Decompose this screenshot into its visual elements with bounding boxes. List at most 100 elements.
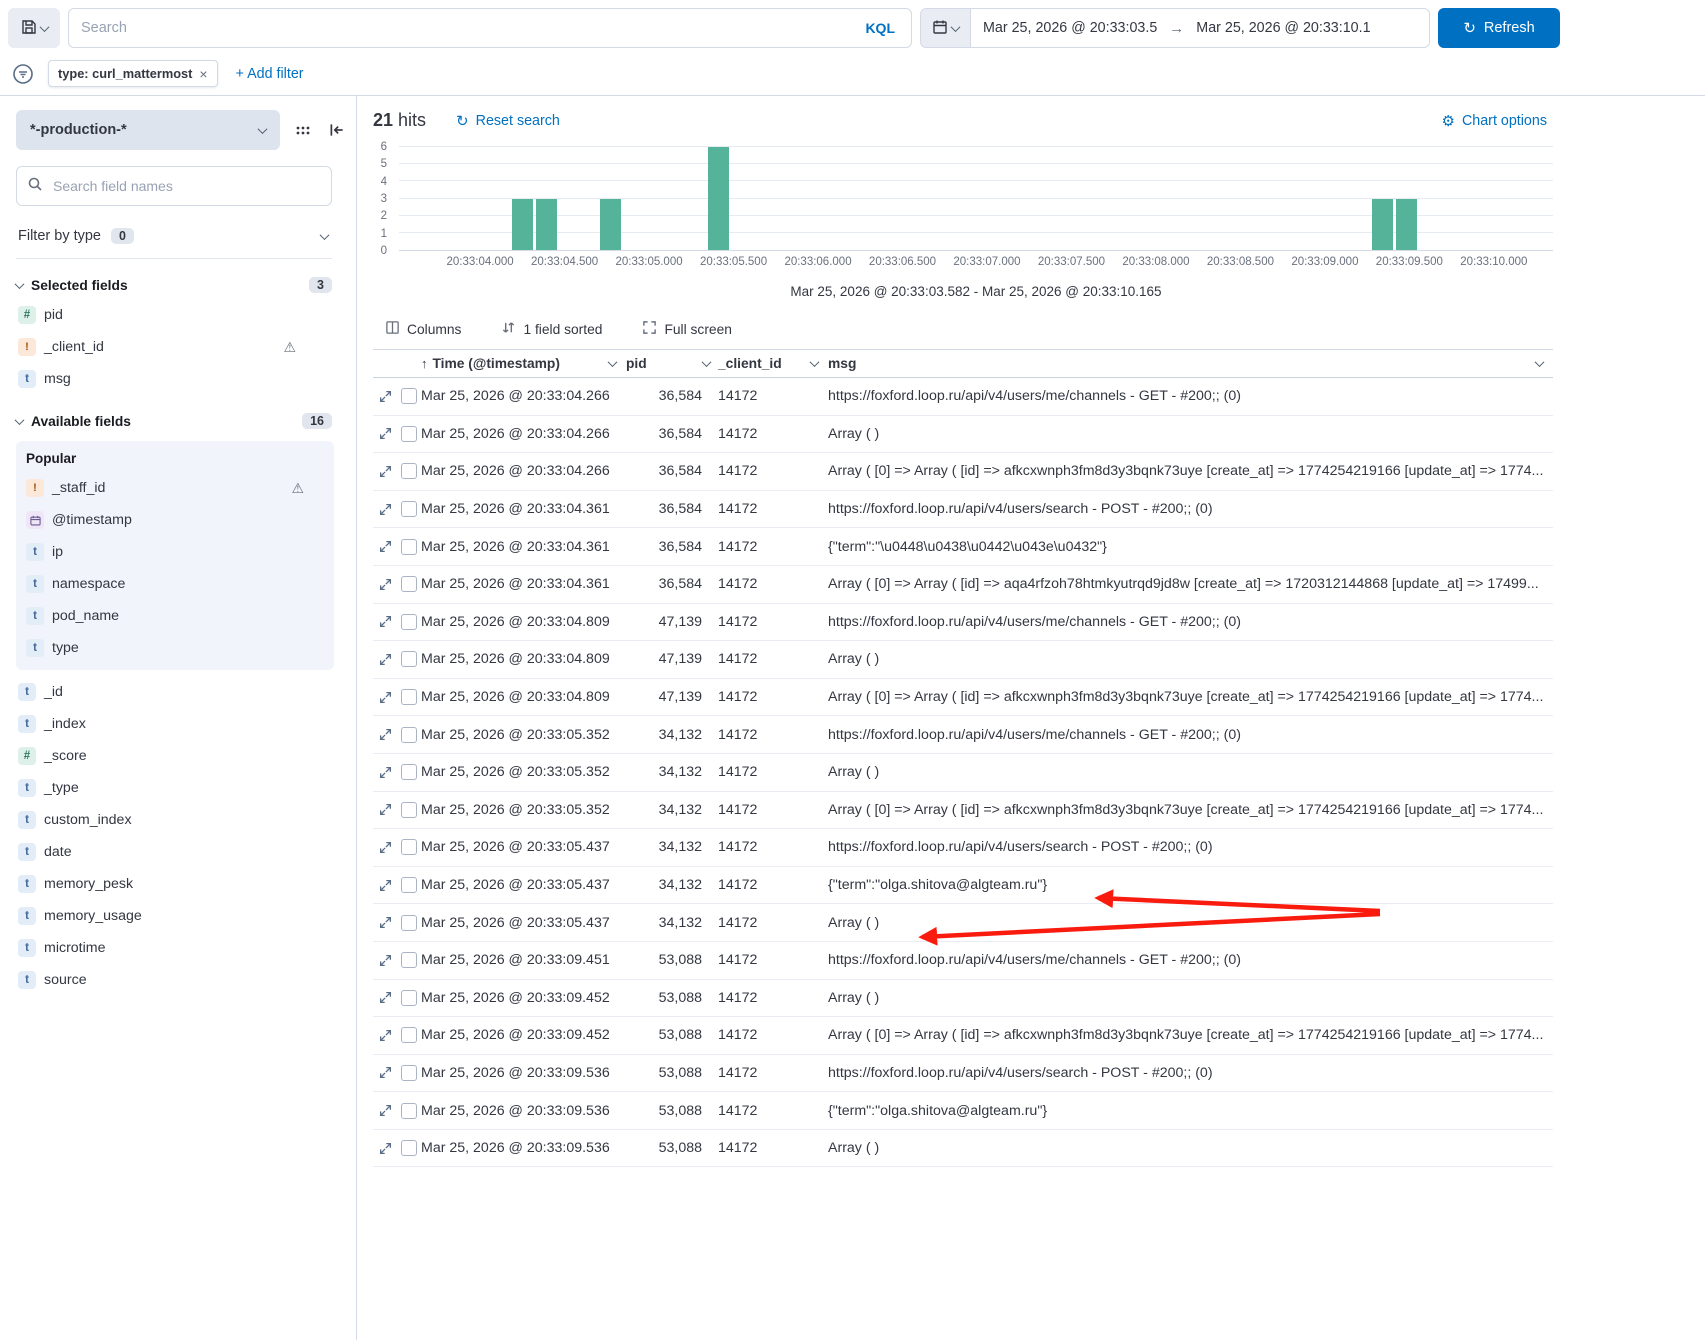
filter-menu-icon[interactable] <box>10 61 36 87</box>
expand-row-icon[interactable] <box>379 578 392 591</box>
chart-options-link[interactable]: ⚙ Chart options <box>1436 111 1554 131</box>
field-item-_id[interactable]: t _id <box>16 676 330 708</box>
expand-row-icon[interactable] <box>379 1066 392 1079</box>
column-header-pid[interactable]: pid <box>626 356 716 371</box>
field-item-date[interactable]: t date <box>16 836 330 868</box>
histogram-bar[interactable] <box>708 147 730 250</box>
histogram-bar[interactable] <box>535 198 557 250</box>
add-filter-link[interactable]: + Add filter <box>230 65 310 83</box>
row-checkbox[interactable] <box>401 726 417 743</box>
expand-row-icon[interactable] <box>379 766 392 779</box>
date-to-button[interactable]: Mar 25, 2026 @ 20:33:10.1 <box>1184 20 1382 36</box>
expand-row-icon[interactable] <box>379 615 392 628</box>
y-tick-label: 6 <box>380 141 387 153</box>
row-checkbox[interactable] <box>401 1027 417 1044</box>
expand-row-icon[interactable] <box>379 1142 392 1155</box>
row-checkbox[interactable] <box>401 576 417 593</box>
row-checkbox[interactable] <box>401 501 417 518</box>
expand-row-icon[interactable] <box>379 653 392 666</box>
field-item-microtime[interactable]: t microtime <box>16 932 330 964</box>
filter-chip-close-icon[interactable]: × <box>199 67 207 81</box>
field-item-_staff_id[interactable]: ! _staff_id ⚠ <box>24 472 338 504</box>
column-header-msg[interactable]: msg <box>828 356 1553 371</box>
row-checkbox[interactable] <box>401 538 417 555</box>
row-checkbox[interactable] <box>401 801 417 818</box>
row-checkbox[interactable] <box>401 764 417 781</box>
expand-row-icon[interactable] <box>379 1104 392 1117</box>
expand-row-icon[interactable] <box>379 991 392 1004</box>
saved-query-menu-button[interactable] <box>8 8 60 48</box>
expand-row-icon[interactable] <box>379 540 392 553</box>
row-checkbox[interactable] <box>401 1140 417 1157</box>
collapse-sidebar-icon[interactable] <box>326 119 348 141</box>
x-tick-label: 20:33:05.000 <box>615 256 683 268</box>
column-header-time[interactable]: ↑ Time (@timestamp) <box>421 356 626 371</box>
histogram-bar[interactable] <box>1372 198 1394 250</box>
row-checkbox[interactable] <box>401 877 417 894</box>
histogram-bar[interactable] <box>512 198 534 250</box>
available-fields-header[interactable]: Available fields 16 <box>14 413 332 429</box>
field-item-pod_name[interactable]: t pod_name <box>24 600 338 632</box>
expand-row-icon[interactable] <box>379 691 392 704</box>
field-item-memory_pesk[interactable]: t memory_pesk <box>16 868 330 900</box>
selected-fields-header[interactable]: Selected fields 3 <box>14 277 332 293</box>
row-checkbox[interactable] <box>401 463 417 480</box>
field-item-_client_id[interactable]: ! _client_id ⚠ <box>16 331 330 363</box>
field-item-pid[interactable]: # pid <box>16 299 330 331</box>
date-quick-select-button[interactable] <box>921 9 971 47</box>
sorted-fields-button[interactable]: 1 field sorted <box>495 319 608 339</box>
expand-row-icon[interactable] <box>379 427 392 440</box>
expand-row-icon[interactable] <box>379 954 392 967</box>
field-item-_index[interactable]: t _index <box>16 708 330 740</box>
field-search-input[interactable] <box>51 177 321 195</box>
field-item-namespace[interactable]: t namespace <box>24 568 338 600</box>
cell-msg: https://foxford.loop.ru/api/v4/users/sea… <box>828 501 1213 518</box>
field-item-custom_index[interactable]: t custom_index <box>16 804 330 836</box>
field-item-source[interactable]: t source <box>16 964 330 996</box>
expand-row-icon[interactable] <box>379 390 392 403</box>
field-item-_type[interactable]: t _type <box>16 772 330 804</box>
date-from-button[interactable]: Mar 25, 2026 @ 20:33:03.5 <box>971 20 1169 36</box>
row-checkbox[interactable] <box>401 689 417 706</box>
expand-row-icon[interactable] <box>379 1029 392 1042</box>
field-item-ip[interactable]: t ip <box>24 536 338 568</box>
row-checkbox[interactable] <box>401 1064 417 1081</box>
row-checkbox[interactable] <box>401 839 417 856</box>
field-item-_score[interactable]: # _score <box>16 740 330 772</box>
cell-pid: 53,088 <box>658 1102 702 1119</box>
field-item-memory_usage[interactable]: t memory_usage <box>16 900 330 932</box>
refresh-button[interactable]: ↻ Refresh <box>1438 8 1560 48</box>
expand-row-icon[interactable] <box>379 465 392 478</box>
row-checkbox[interactable] <box>401 1102 417 1119</box>
row-checkbox[interactable] <box>401 425 417 442</box>
row-checkbox[interactable] <box>401 952 417 969</box>
field-item-@timestamp[interactable]: @timestamp <box>24 504 338 536</box>
expand-row-icon[interactable] <box>379 503 392 516</box>
index-pattern-selector[interactable]: *-production-* <box>16 110 280 150</box>
histogram-bar[interactable] <box>600 198 622 250</box>
row-checkbox[interactable] <box>401 914 417 931</box>
fullscreen-button[interactable]: Full screen <box>636 319 737 339</box>
field-search-box <box>16 166 332 206</box>
kql-toggle-button[interactable]: KQL <box>849 9 911 47</box>
expand-row-icon[interactable] <box>379 803 392 816</box>
expand-row-icon[interactable] <box>379 879 392 892</box>
search-input[interactable] <box>69 20 850 36</box>
expand-row-icon[interactable] <box>379 916 392 929</box>
text-field-icon: t <box>18 907 36 925</box>
field-item-type[interactable]: t type <box>24 632 338 664</box>
row-checkbox[interactable] <box>401 989 417 1006</box>
columns-button[interactable]: Columns <box>379 319 467 339</box>
reset-search-link[interactable]: ↻ Reset search <box>450 111 566 131</box>
expand-row-icon[interactable] <box>379 728 392 741</box>
expand-row-icon[interactable] <box>379 841 392 854</box>
filter-chip[interactable]: type: curl_mattermost × <box>48 60 218 87</box>
histogram-bar[interactable] <box>1396 198 1417 250</box>
row-checkbox[interactable] <box>401 651 417 668</box>
column-header-client-id[interactable]: _client_id <box>716 356 828 371</box>
filter-by-type-toggle[interactable]: Filter by type 0 <box>16 220 332 259</box>
grid-dots-icon[interactable] <box>292 119 314 141</box>
row-checkbox[interactable] <box>401 388 417 405</box>
field-item-msg[interactable]: t msg <box>16 363 330 395</box>
row-checkbox[interactable] <box>401 613 417 630</box>
